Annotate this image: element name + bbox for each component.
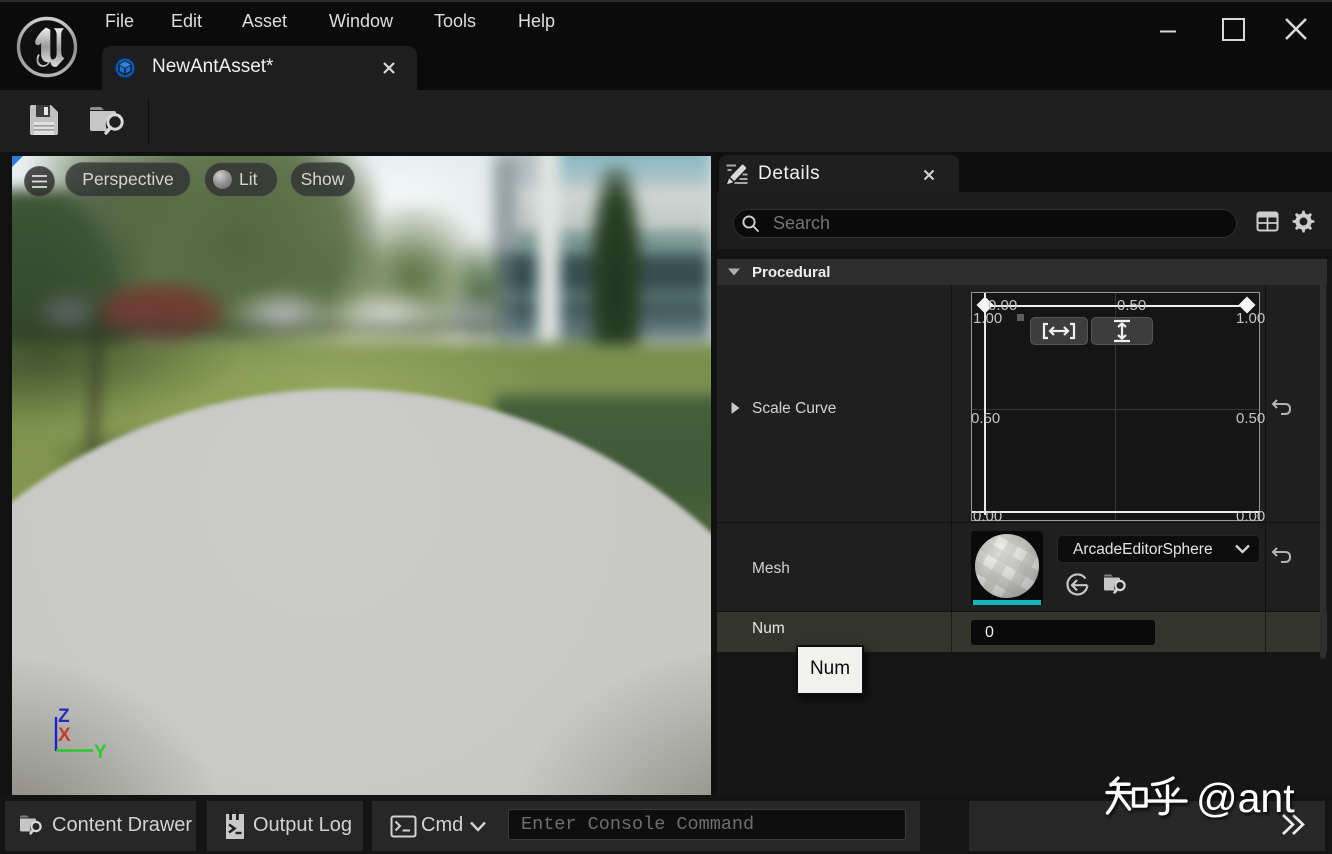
svg-text:Z: Z [58,706,70,727]
svg-text:X: X [58,725,71,746]
svg-text:Y: Y [94,742,107,763]
svg-text:@ant: @ant [1196,775,1295,820]
